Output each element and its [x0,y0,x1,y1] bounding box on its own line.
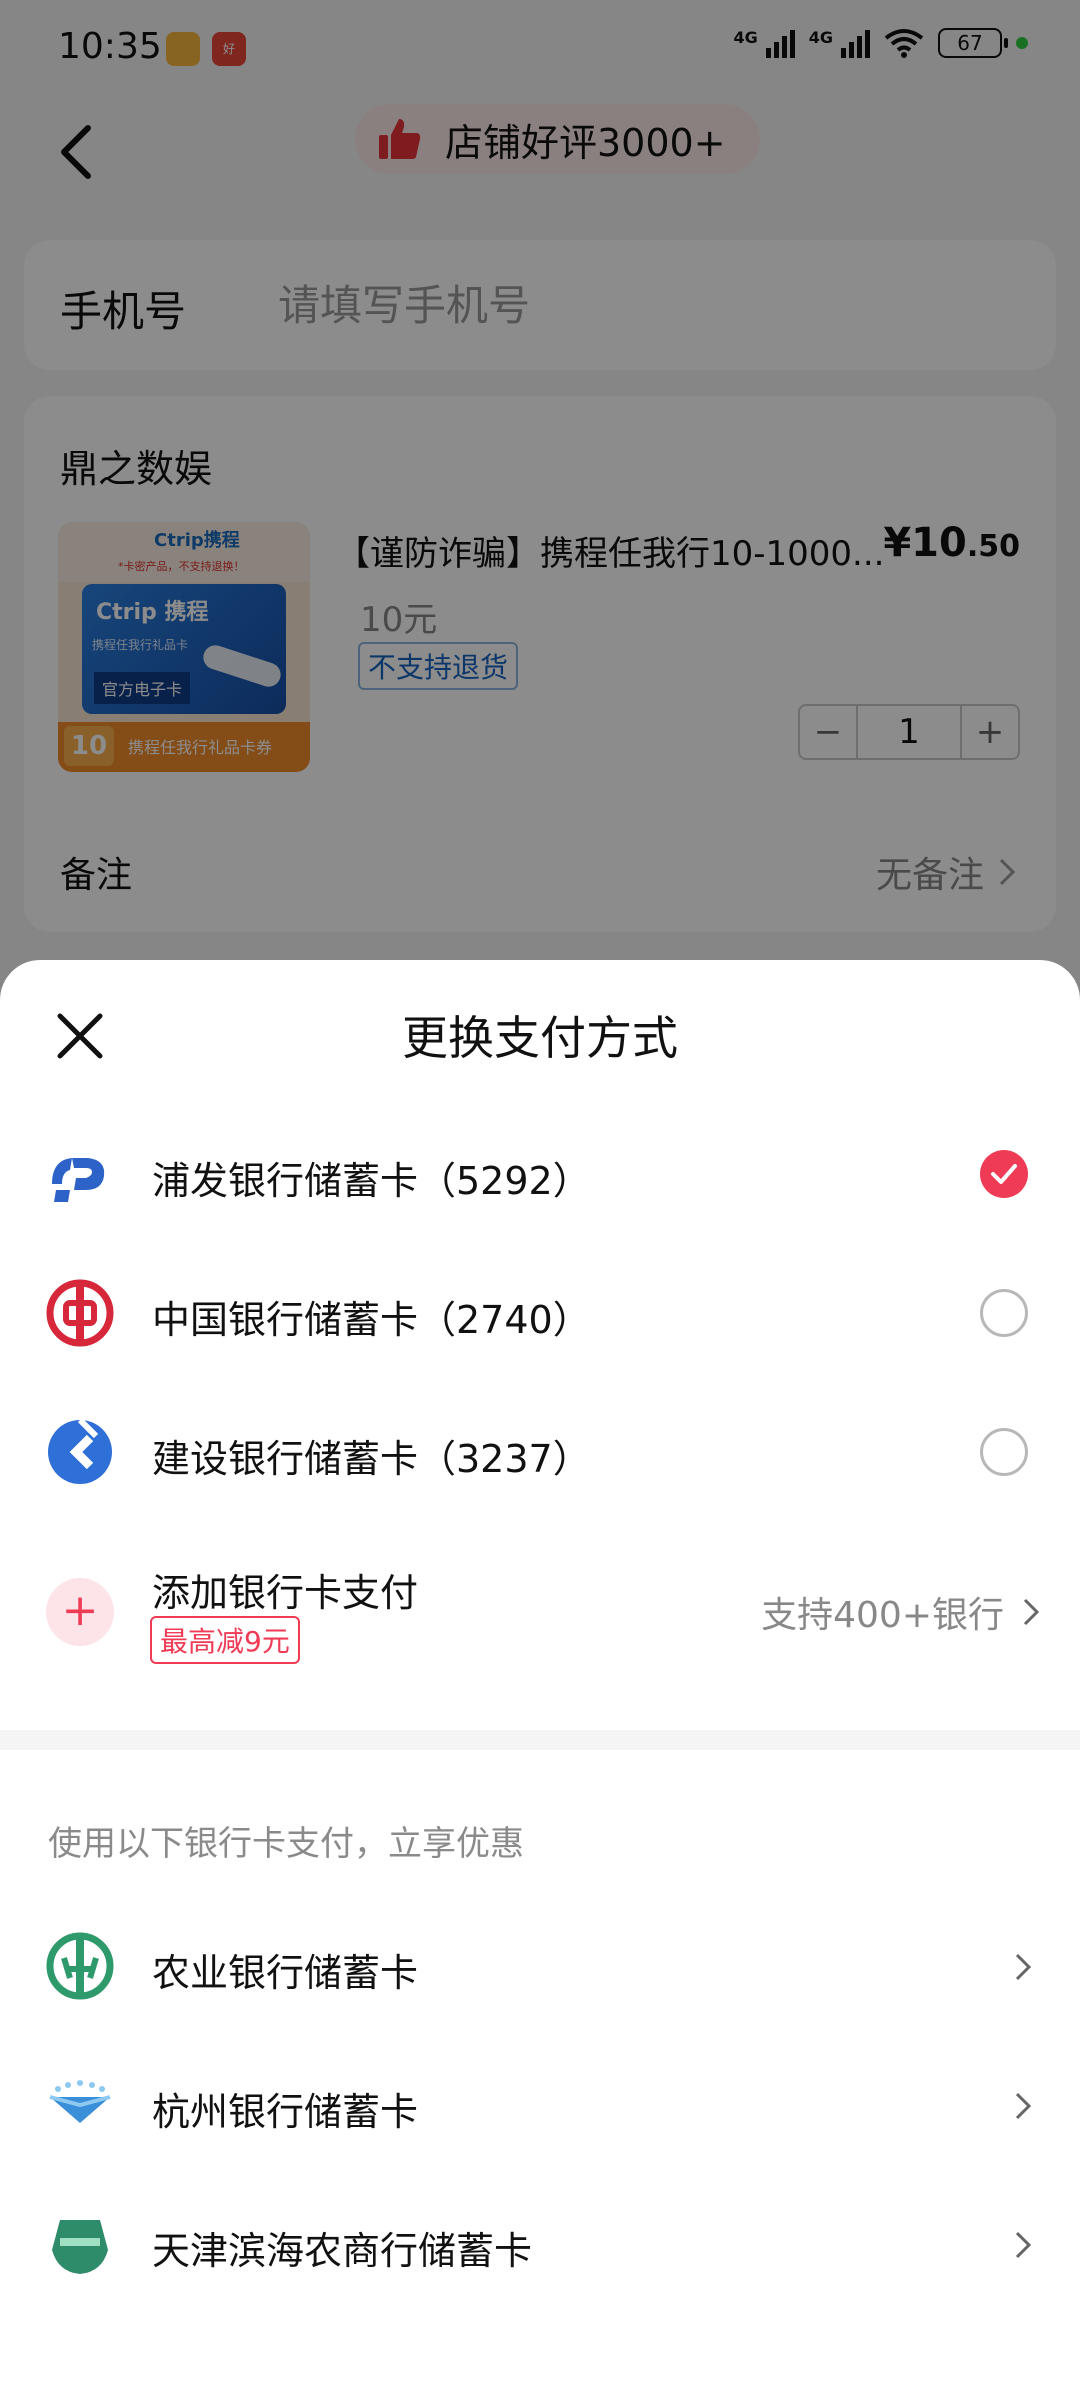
payment-method-name: 浦发银行储蓄卡（5292） [152,1159,591,1203]
boc-icon [46,1279,114,1347]
add-bank-card-label: 添加银行卡支付 [152,1571,419,1615]
section-divider [0,1730,1080,1750]
support-banks-link[interactable]: 支持400+银行 [761,1586,1040,1638]
tjbhrcb-icon [52,2220,108,2274]
sheet-title: 更换支付方式 [402,1011,678,1065]
payment-method-name: 建设银行储蓄卡（3237） [152,1437,591,1481]
selected-radio[interactable] [980,1150,1028,1198]
chevron-right-icon [1015,2231,1032,2259]
checkmark-icon [991,1164,1017,1184]
unselected-radio[interactable] [980,1289,1028,1337]
payment-method-ccb[interactable]: 建设银行储蓄卡（3237） [0,1392,1080,1512]
unselected-radio[interactable] [980,1428,1028,1476]
discount-badge: 最高减9元 [150,1616,300,1664]
chevron-right-icon [1023,1598,1040,1626]
payment-method-spdb[interactable]: 浦发银行储蓄卡（5292） [0,1114,1080,1234]
hzbank-icon [49,2080,111,2123]
promo-bank-name: 农业银行储蓄卡 [152,1951,419,1995]
promo-bank-tjbhrcb[interactable]: 天津滨海农商行储蓄卡 [0,2184,1080,2304]
plus-icon: + [46,1578,114,1646]
payment-method-boc[interactable]: 中国银行储蓄卡（2740） [0,1253,1080,1373]
promo-hint: 使用以下银行卡支付，立享优惠 [48,1824,524,1864]
ccb-icon [48,1418,112,1484]
payment-method-name: 中国银行储蓄卡（2740） [152,1298,591,1342]
abc-icon [46,1932,114,2000]
add-bank-card-row[interactable]: + 添加银行卡支付 最高减9元 支持400+银行 [0,1556,1080,1676]
promo-bank-name: 杭州银行储蓄卡 [152,2090,419,2134]
promo-bank-name: 天津滨海农商行储蓄卡 [152,2229,533,2273]
chevron-right-icon [1015,2092,1032,2120]
promo-bank-abc[interactable]: 农业银行储蓄卡 [0,1906,1080,2026]
spdb-icon [52,1158,105,1202]
promo-bank-hzbank[interactable]: 杭州银行储蓄卡 [0,2045,1080,2165]
support-banks-text: 支持400+银行 [761,1595,1004,1636]
chevron-right-icon [1015,1953,1032,1981]
